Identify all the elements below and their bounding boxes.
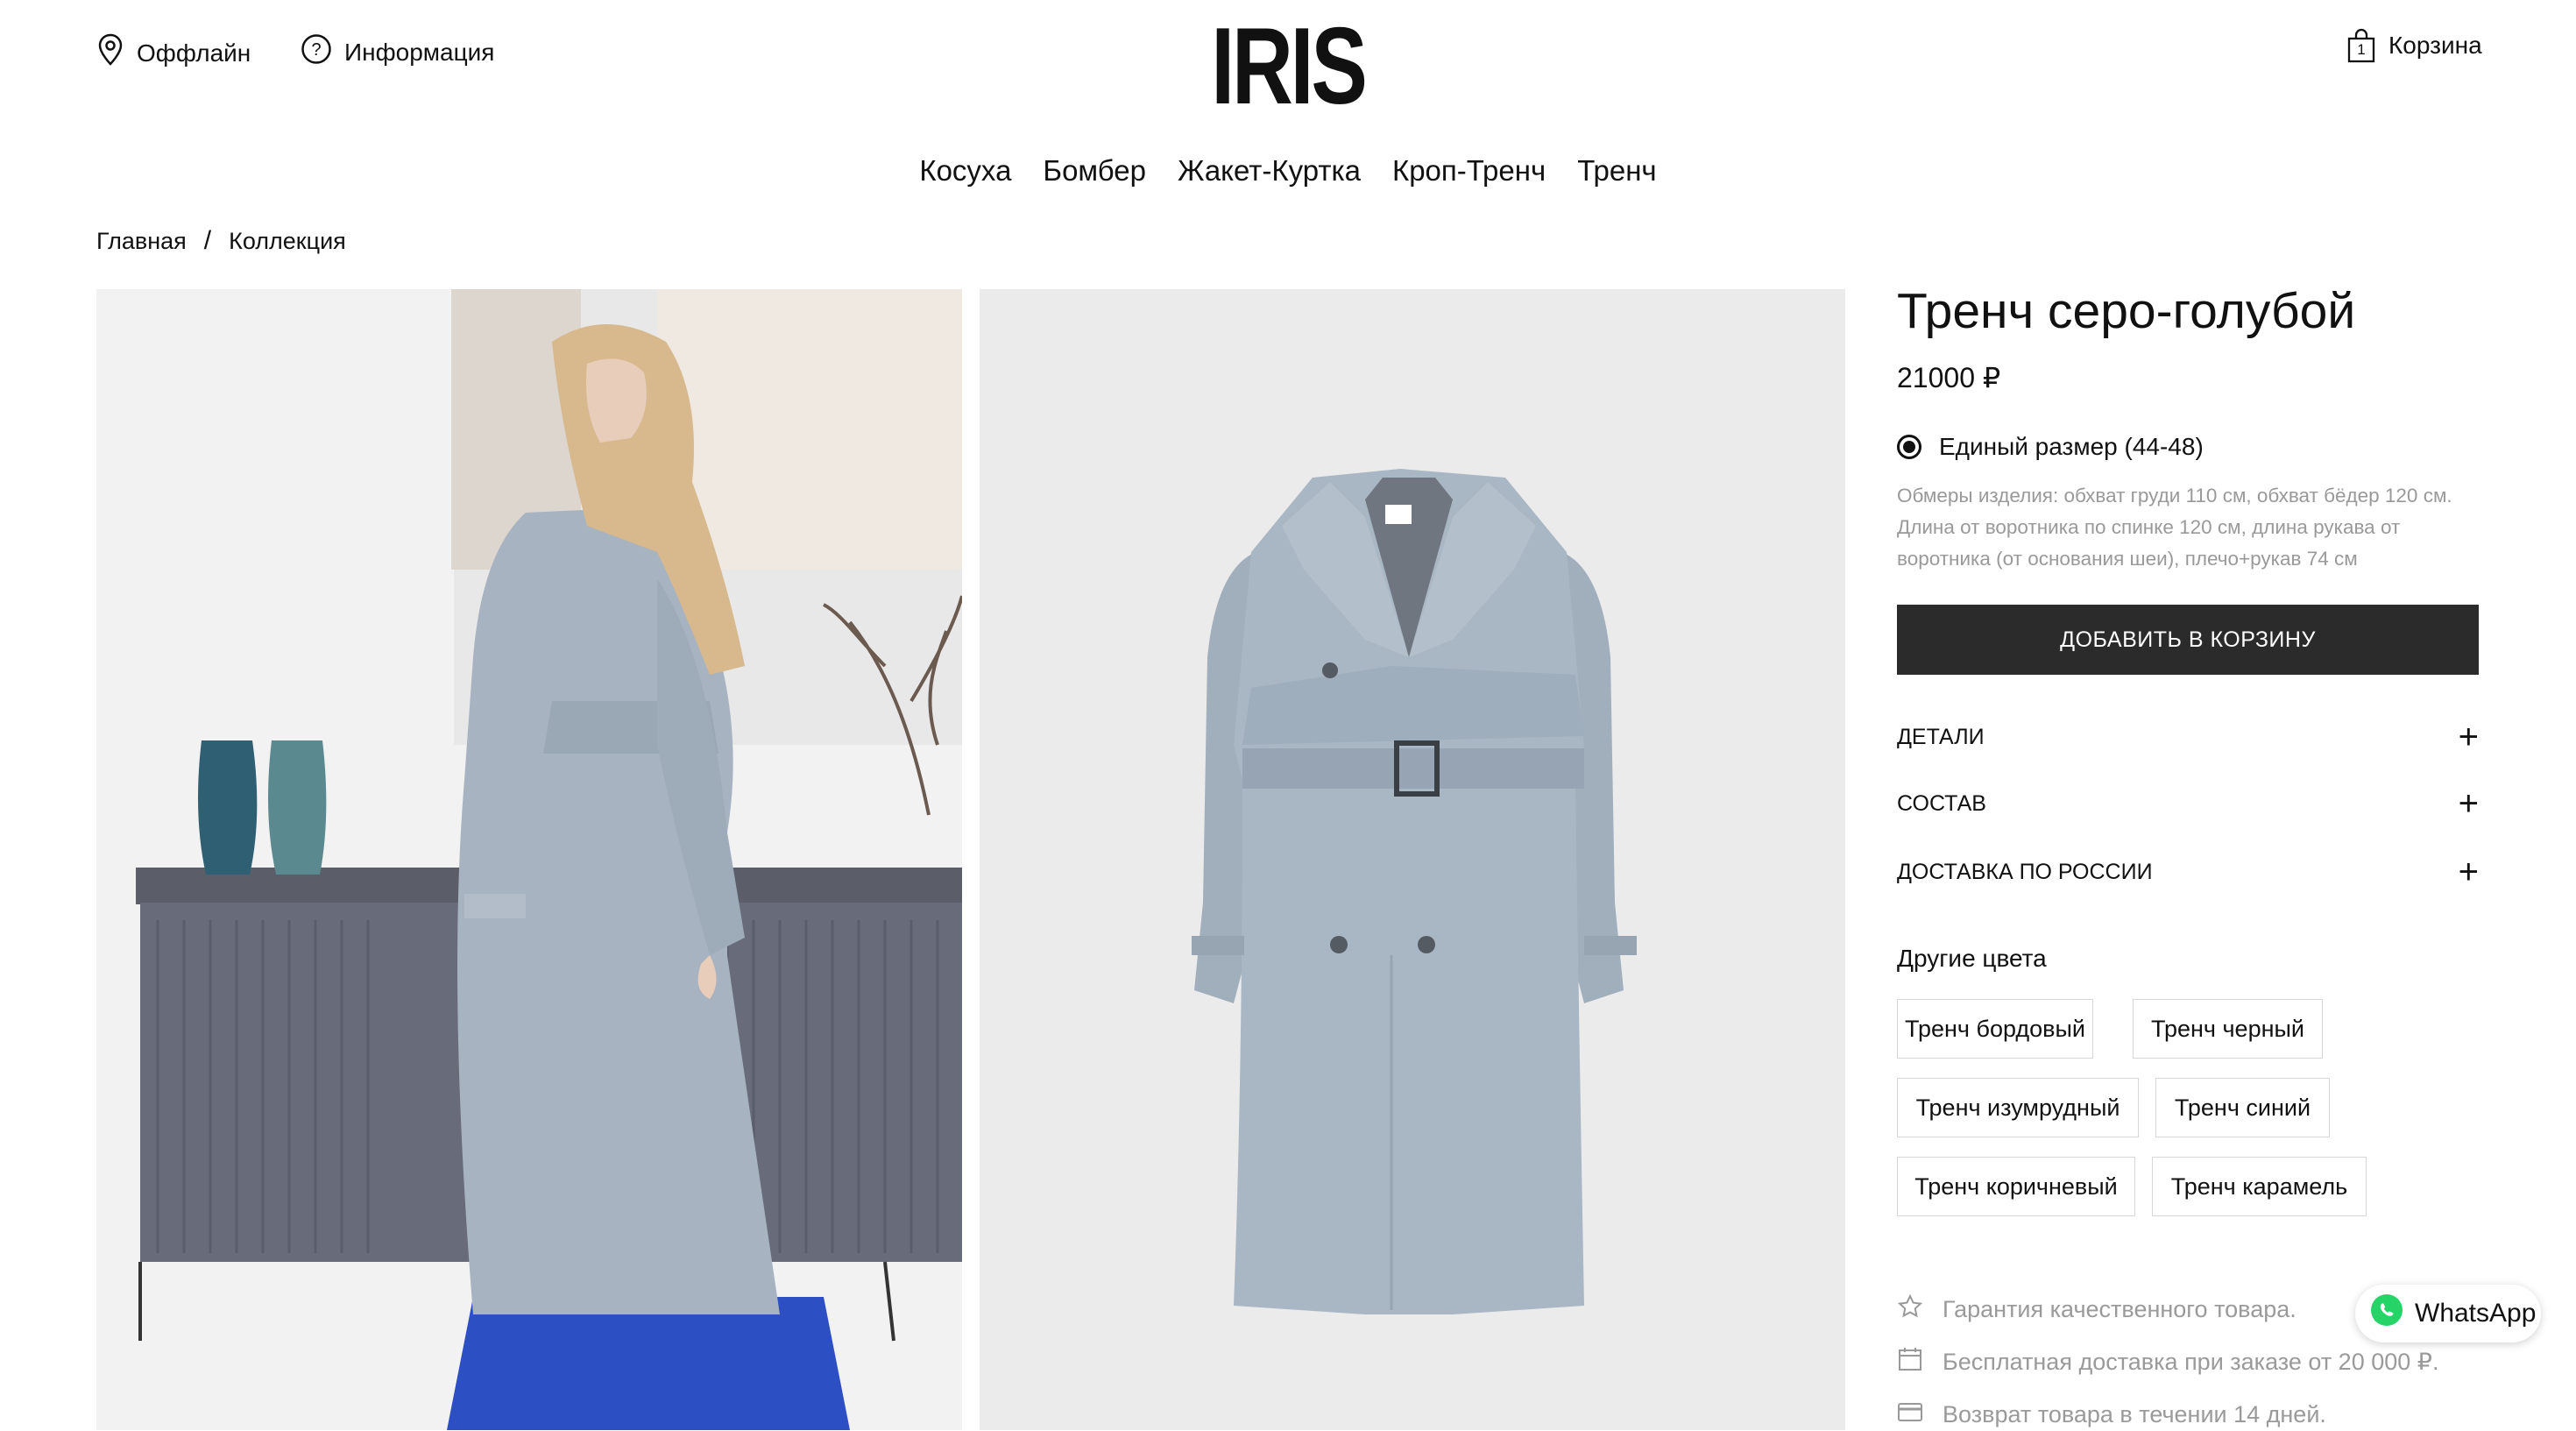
accordion-details-label: ДЕТАЛИ bbox=[1897, 724, 1985, 749]
site-logo[interactable]: IRIS bbox=[1211, 6, 1368, 127]
question-circle-icon: ? bbox=[301, 33, 332, 71]
nav-item-crop-trench[interactable]: Кроп-Тренч bbox=[1392, 154, 1546, 188]
accordion-delivery-label: ДОСТАВКА ПО РОССИИ bbox=[1897, 859, 2153, 884]
accordion-details[interactable]: ДЕТАЛИ + bbox=[1897, 718, 2479, 756]
svg-text:?: ? bbox=[311, 40, 321, 60]
plus-icon: + bbox=[2458, 784, 2479, 823]
feature-quality: Гарантия качественного товара. bbox=[1897, 1293, 2296, 1326]
size-label: Единый размер (44-48) bbox=[1939, 433, 2204, 460]
nav-item-trench[interactable]: Тренч bbox=[1577, 154, 1656, 188]
color-chip-blue[interactable]: Тренч синий bbox=[2155, 1078, 2330, 1137]
nav-item-bomber[interactable]: Бомбер bbox=[1043, 154, 1146, 188]
cart-label: Корзина bbox=[2388, 32, 2482, 59]
size-option[interactable]: Единый размер (44-48) bbox=[1897, 433, 2204, 461]
info-link[interactable]: ? Информация bbox=[301, 33, 494, 71]
other-colors-title: Другие цвета bbox=[1897, 945, 2047, 972]
nav-item-jacket[interactable]: Жакет-Куртка bbox=[1178, 154, 1361, 188]
feature-delivery-text: Бесплатная доставка при заказе от 20 000… bbox=[1943, 1349, 2439, 1375]
feature-quality-text: Гарантия качественного товара. bbox=[1943, 1296, 2296, 1322]
feature-return-text: Возврат товара в течении 14 дней. bbox=[1943, 1401, 2326, 1427]
product-photo-flat[interactable] bbox=[980, 289, 1845, 1430]
info-label: Информация bbox=[344, 38, 495, 66]
shopping-bag-icon: 1 bbox=[2346, 28, 2376, 63]
location-pin-icon bbox=[96, 33, 124, 73]
product-measurements: Обмеры изделия: обхват груди 110 см, обх… bbox=[1897, 485, 2452, 570]
color-chip-emerald[interactable]: Тренч изумрудный bbox=[1897, 1078, 2139, 1137]
whatsapp-label: WhatsApp bbox=[2415, 1299, 2537, 1328]
breadcrumb-current[interactable]: Коллекция bbox=[229, 228, 346, 255]
offline-link[interactable]: Оффлайн bbox=[96, 33, 251, 73]
feature-delivery: Бесплатная доставка при заказе от 20 000… bbox=[1897, 1346, 2438, 1378]
add-to-cart-button[interactable]: ДОБАВИТЬ В КОРЗИНУ bbox=[1897, 605, 2479, 675]
calendar-icon bbox=[1897, 1346, 1923, 1378]
color-chip-burgundy[interactable]: Тренч бордовый bbox=[1897, 999, 2093, 1059]
card-icon bbox=[1897, 1399, 1923, 1431]
star-icon bbox=[1897, 1293, 1923, 1326]
whatsapp-icon bbox=[2369, 1293, 2404, 1335]
breadcrumb-home[interactable]: Главная bbox=[96, 228, 187, 255]
color-chip-black[interactable]: Тренч черный bbox=[2133, 999, 2323, 1059]
product-title: Тренч серо-голубой bbox=[1897, 283, 2356, 339]
offline-label: Оффлайн bbox=[137, 39, 251, 67]
accordion-composition-label: СОСТАВ bbox=[1897, 790, 1986, 816]
size-radio[interactable] bbox=[1897, 435, 1921, 459]
color-chip-caramel[interactable]: Тренч карамель bbox=[2152, 1157, 2367, 1216]
nav-item-kosukha[interactable]: Косуха bbox=[919, 154, 1011, 188]
plus-icon: + bbox=[2458, 718, 2479, 756]
cart-link[interactable]: 1 Корзина bbox=[2346, 28, 2482, 63]
feature-return: Возврат товара в течении 14 дней. bbox=[1897, 1399, 2326, 1431]
product-price: 21000 ₽ bbox=[1897, 362, 2001, 393]
color-chip-brown[interactable]: Тренч коричневый bbox=[1897, 1157, 2135, 1216]
plus-icon: + bbox=[2458, 853, 2479, 891]
breadcrumb: Главная / Коллекция bbox=[96, 226, 346, 256]
breadcrumb-separator: / bbox=[203, 226, 212, 255]
product-photo-model[interactable] bbox=[96, 289, 962, 1430]
cart-count: 1 bbox=[2357, 41, 2366, 58]
accordion-composition[interactable]: СОСТАВ + bbox=[1897, 784, 2479, 823]
accordion-delivery[interactable]: ДОСТАВКА ПО РОССИИ + bbox=[1897, 853, 2479, 891]
main-nav: Косуха Бомбер Жакет-Куртка Кроп-Тренч Тр… bbox=[0, 154, 2576, 188]
whatsapp-button[interactable]: WhatsApp bbox=[2355, 1285, 2541, 1342]
